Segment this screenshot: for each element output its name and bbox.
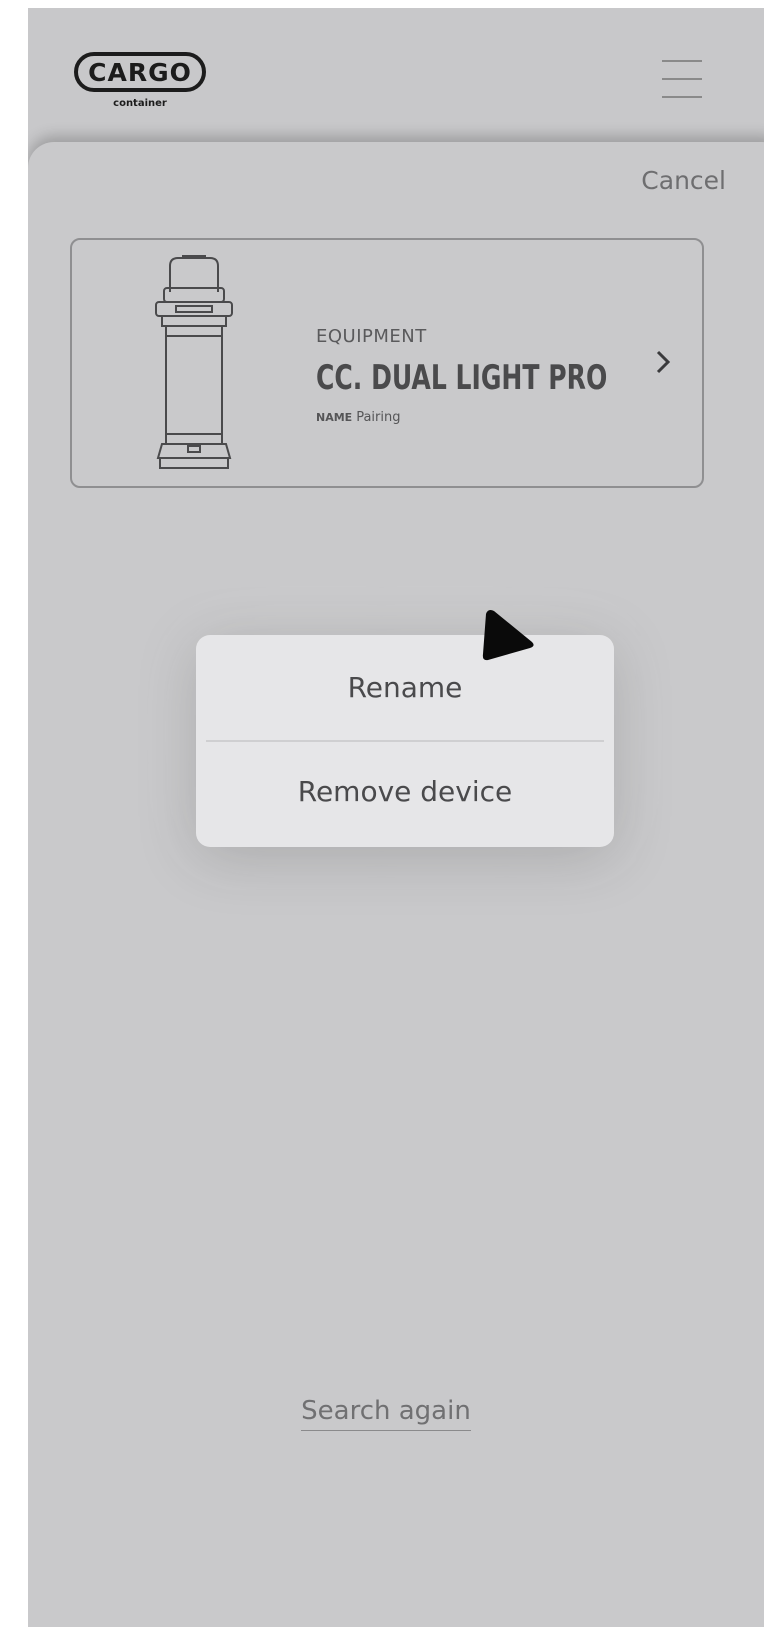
- name-key: NAME: [316, 411, 353, 424]
- lantern-device-icon: [155, 255, 233, 469]
- logo-wordmark: CARGO: [74, 52, 206, 92]
- chevron-right-icon[interactable]: [652, 344, 676, 380]
- search-again-label[interactable]: Search again: [301, 1396, 471, 1431]
- search-again-link[interactable]: Search again: [28, 1396, 744, 1431]
- menu-divider: [206, 740, 604, 742]
- remove-device-button[interactable]: Remove device: [196, 775, 614, 808]
- pointer-cursor-icon: [482, 610, 534, 661]
- device-sheet: Cancel EQUIPMENT CC. DUAL LIGHT PRO NAME…: [28, 142, 764, 1627]
- hamburger-menu-icon[interactable]: [656, 56, 704, 104]
- name-value: Pairing: [356, 410, 401, 425]
- cancel-button[interactable]: Cancel: [641, 166, 726, 195]
- device-status: NAME Pairing: [316, 410, 400, 425]
- device-card[interactable]: EQUIPMENT CC. DUAL LIGHT PRO NAME Pairing: [70, 238, 704, 488]
- rename-button[interactable]: Rename: [196, 671, 614, 704]
- device-name: CC. DUAL LIGHT PRO: [316, 358, 608, 398]
- app-header: CARGO container: [28, 8, 764, 140]
- equipment-label: EQUIPMENT: [316, 326, 427, 347]
- logo-subtext: container: [113, 98, 167, 109]
- context-menu: Rename Remove device: [196, 635, 614, 847]
- cargo-logo: CARGO container: [74, 52, 214, 124]
- app-screen: CARGO container Cancel EQUIPMENT CC. DUA…: [28, 8, 764, 1627]
